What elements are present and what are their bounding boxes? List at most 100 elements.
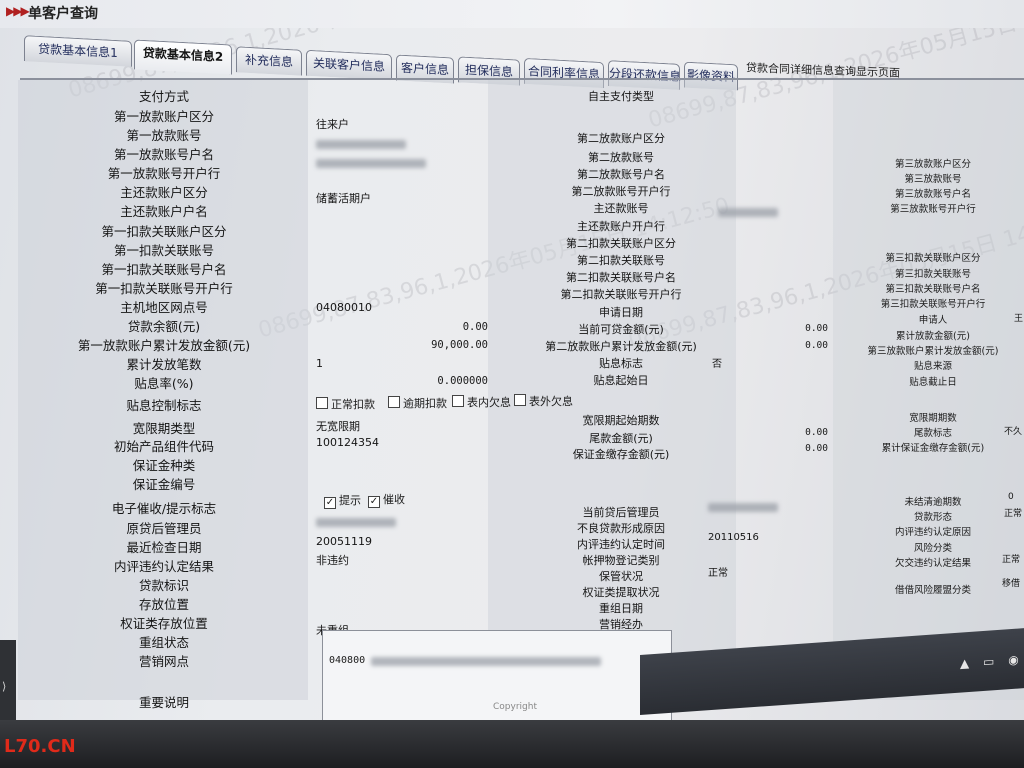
checkbox-normal-deduction[interactable]: 正常扣款 — [316, 396, 375, 412]
left-panel-edge: ⟩ — [0, 640, 16, 730]
field-value: 0.00 — [805, 443, 828, 454]
field-value: 储蓄活期户 — [316, 192, 371, 205]
check-icon: ✓ — [368, 496, 380, 508]
field-label: 原贷后管理员 — [126, 521, 202, 536]
field-label: 贴息率(%) — [134, 376, 194, 391]
field-label: 最近检查日期 — [126, 540, 202, 555]
tray-icons[interactable]: ▲ ▭ ◉ — [960, 652, 1024, 670]
field-label: 重要说明 — [138, 695, 189, 710]
field-label: 主还款账户开户行 — [577, 220, 665, 233]
field-label: 风险分类 — [913, 543, 952, 554]
field-value: 往来户 — [316, 118, 349, 131]
field-value: 20110516 — [708, 532, 759, 543]
checkbox-box — [388, 396, 400, 408]
field-value: 非违约 — [316, 554, 349, 567]
field-label: 第一放款账户累计发放金额(元) — [77, 338, 251, 353]
window-title: 单客户查询 — [28, 6, 98, 22]
field-value: 移借 — [1002, 579, 1021, 589]
field-label: 支付方式 — [138, 89, 189, 104]
field-label: 第二放款账户区分 — [577, 132, 665, 145]
field-label: 宽限期期数 — [909, 413, 957, 424]
field-label: 保证金编号 — [132, 477, 196, 492]
checkbox-label: 提示 — [339, 494, 361, 507]
field-label: 第三放款账号开户行 — [890, 204, 976, 215]
note-text: 040800 — [329, 655, 366, 666]
field-value: 0.000000 — [437, 375, 488, 387]
field-label: 主还款账号 — [593, 202, 649, 215]
checkbox-prompt[interactable]: ✓ 提示 — [324, 492, 361, 509]
tab-related-customer[interactable]: 关联客户信息 — [306, 49, 392, 81]
field-label: 贴息控制标志 — [126, 398, 202, 413]
field-label: 第三放款账号 — [904, 174, 962, 185]
field-label: 第一扣款关联账户区分 — [101, 224, 227, 239]
field-label: 贴息截止日 — [909, 377, 957, 388]
checkbox-label: 正常扣款 — [331, 398, 375, 411]
field-value: 正常 — [708, 568, 728, 579]
redacted-value — [708, 503, 778, 512]
tab-loan-basic-1[interactable]: 贷款基本信息1 — [24, 35, 132, 67]
field-label: 贷款余额(元) — [127, 319, 201, 334]
field-label: 主还款账户区分 — [120, 185, 208, 200]
field-label: 第一放款账号户名 — [113, 147, 214, 162]
field-label: 第一扣款关联账号开户行 — [95, 281, 233, 296]
monitor-screen: 08699,87,83,96,1,2026年05月15日 14:12:50 08… — [0, 0, 1024, 768]
checkbox-overdue-deduction[interactable]: 逾期扣款 — [388, 395, 447, 411]
field-label: 宽限期起始期数 — [582, 414, 660, 427]
checkbox-label: 表外欠息 — [529, 395, 573, 408]
field-label: 第二扣款关联账号 — [577, 254, 665, 267]
field-value: 100124354 — [316, 436, 379, 449]
collapse-icon[interactable]: ⟩ — [2, 680, 6, 693]
checkbox-on-sheet-arrears[interactable]: 表内欠息 — [452, 394, 511, 410]
field-label: 尾款标志 — [913, 428, 952, 439]
field-label: 初始产品组件代码 — [113, 439, 214, 454]
field-label: 第三扣款关联账号开户行 — [880, 299, 986, 310]
field-value: 无宽限期 — [316, 420, 360, 433]
field-label: 主还款账户户名 — [120, 204, 208, 219]
field-label: 第二放款账号开户行 — [571, 185, 671, 198]
field-label: 第一扣款关联账号户名 — [101, 262, 227, 277]
field-label: 宽限期类型 — [132, 421, 196, 436]
field-label: 第二扣款关联账户区分 — [566, 237, 676, 250]
field-value: 王 — [1014, 314, 1024, 324]
site-watermark: L70.CN — [4, 736, 76, 757]
field-label: 申请人 — [918, 315, 948, 326]
field-value: 0.00 — [462, 321, 488, 333]
field-label: 第三放款账号户名 — [894, 189, 971, 200]
field-label: 第三扣款关联账号户名 — [885, 284, 981, 295]
field-label: 电子催收/提示标志 — [111, 501, 217, 516]
field-value: 正常 — [1002, 555, 1021, 565]
field-label: 申请日期 — [599, 306, 643, 319]
field-label: 主机地区网点号 — [120, 300, 208, 315]
field-value: 20051119 — [316, 535, 372, 548]
field-value: 0 — [1008, 492, 1014, 502]
field-label: 贴息标志 — [599, 357, 643, 370]
redacted-value — [316, 140, 406, 149]
field-label: 第二放款账号户名 — [577, 168, 665, 181]
field-label: 第三扣款关联账户区分 — [885, 253, 981, 264]
field-label: 第三放款账户累计发放金额(元) — [867, 346, 999, 357]
field-label: 贷款标识 — [138, 578, 189, 593]
field-label: 存放位置 — [138, 597, 189, 612]
field-value: 0.00 — [805, 340, 828, 351]
field-value: 90,000.00 — [431, 339, 488, 351]
field-label: 当前可贷金额(元) — [578, 323, 664, 336]
checkbox-label: 逾期扣款 — [403, 397, 447, 410]
tab-supplement[interactable]: 补充信息 — [236, 46, 302, 76]
checkbox-off-sheet-arrears[interactable]: 表外欠息 — [514, 393, 573, 409]
field-label: 累计发放笔数 — [126, 357, 202, 372]
field-label: 第三放款账户区分 — [894, 159, 971, 170]
field-label: 第一放款账号 — [126, 128, 202, 143]
checkbox-box — [316, 397, 328, 409]
field-value: 否 — [712, 359, 722, 370]
redacted-value — [371, 657, 601, 666]
field-label: 权证类存放位置 — [120, 616, 208, 631]
checkbox-label: 表内欠息 — [467, 396, 511, 409]
checkbox-collection[interactable]: ✓ 催收 — [368, 491, 405, 508]
field-label: 第一放款账户区分 — [113, 109, 214, 124]
title-bar: ▶▶▶ 单客户查询 — [0, 0, 1024, 28]
field-label: 权证类提取状况 — [582, 586, 660, 599]
field-label: 第三扣款关联账号 — [894, 269, 971, 280]
field-label: 第一放款账号开户行 — [107, 166, 221, 181]
tab-loan-basic-2[interactable]: 贷款基本信息2 — [134, 39, 232, 75]
field-value: 04080010 — [316, 301, 372, 314]
